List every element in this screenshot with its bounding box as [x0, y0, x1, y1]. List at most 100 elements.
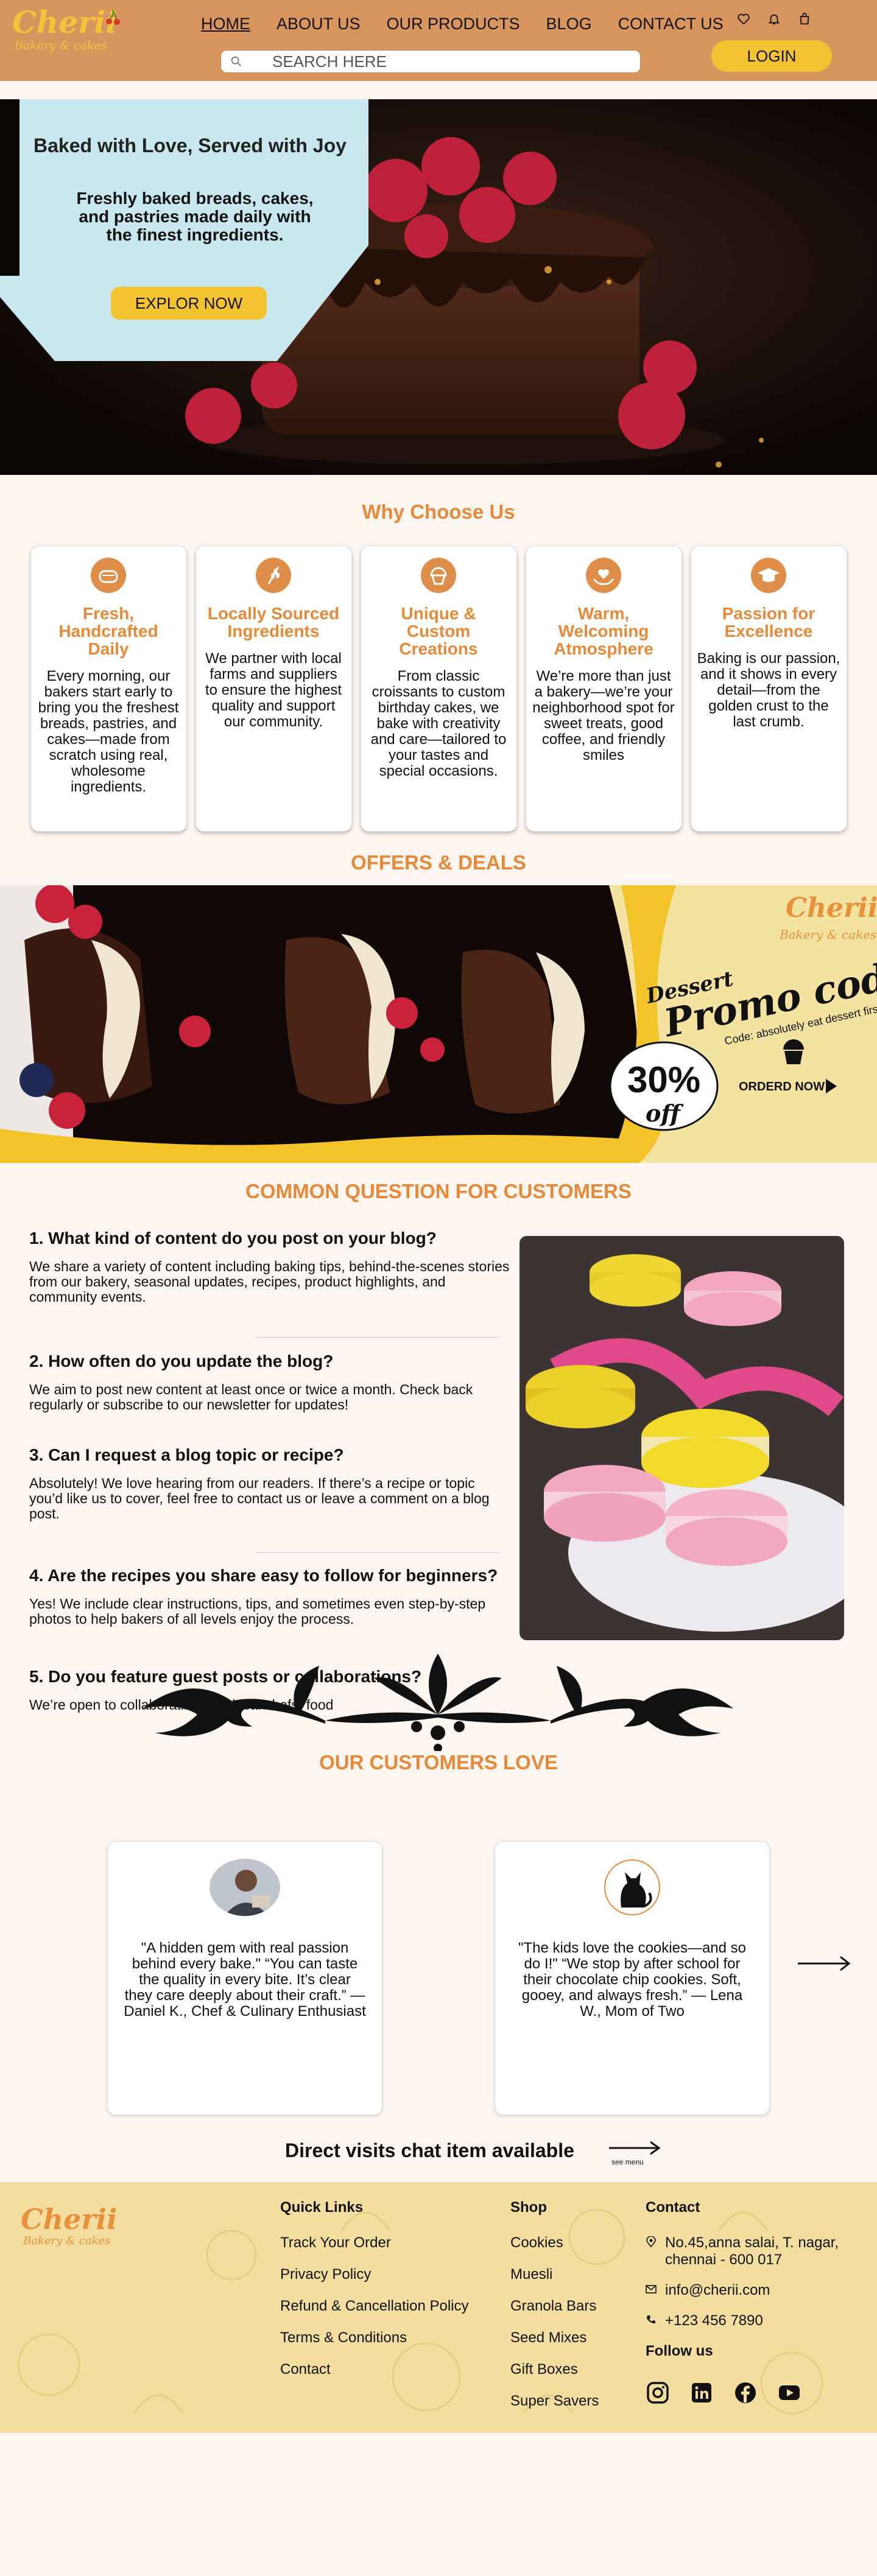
brand-name: Cherii: [12, 4, 118, 40]
shop-link-muesli[interactable]: Muesli: [510, 2266, 599, 2283]
section-title: Why Choose Us: [362, 500, 515, 523]
feature-card: Warm, Welcoming Atmosphere We’re more th…: [525, 546, 682, 832]
mail-icon: [646, 2285, 657, 2293]
feature-title: Locally Sourced Ingredients: [207, 604, 340, 640]
testimonial-text: "A hidden gem with real passion behind e…: [124, 1940, 366, 2020]
brand-logo[interactable]: Cherii Bakery & cakes: [12, 4, 120, 52]
brand-tagline: Bakery & cakes: [15, 39, 107, 52]
banner-discount: 30%: [627, 1059, 700, 1100]
shop-link-cookies[interactable]: Cookies: [510, 2234, 599, 2251]
shop-link-gift-boxes[interactable]: Gift Boxes: [510, 2361, 599, 2378]
brownie-slice: [461, 950, 585, 1114]
nav-home[interactable]: HOME: [201, 15, 250, 33]
floral-ornament: [143, 1654, 733, 1751]
feature-card: Unique & Custom Creations From classic c…: [360, 546, 517, 832]
shop-title: Shop: [510, 2199, 547, 2216]
facebook-icon[interactable]: [733, 2381, 758, 2405]
banner-brand: Cherii: [786, 893, 877, 924]
macaron-image: [520, 1236, 844, 1640]
footer-link-track-order[interactable]: Track Your Order: [280, 2234, 469, 2251]
see-menu-label: see menu: [611, 2158, 644, 2166]
feature-text: We partner with local farms and supplier…: [205, 650, 342, 730]
shop-link-super-savers[interactable]: Super Savers: [510, 2393, 599, 2410]
contact-address: No.45,anna salai, T. nagar, chennai - 60…: [646, 2234, 859, 2269]
feature-text: Every morning, our bakers start early to…: [38, 668, 179, 795]
feature-title: Passion for Excellence: [722, 604, 815, 640]
faq-item[interactable]: 3. Can I request a blog topic or recipe?…: [29, 1445, 510, 1521]
footer-link-terms[interactable]: Terms & Conditions: [280, 2329, 469, 2346]
promo-banner-image: Cherii Bakery & cakes Dessert Promo code…: [0, 885, 877, 1163]
explore-now-button[interactable]: EXPLOR NOW: [111, 287, 267, 320]
faq-answer: Absolutely! We love hearing from our rea…: [29, 1475, 490, 1521]
feature-card: Locally Sourced Ingredients We partner w…: [195, 546, 352, 832]
cart-icon[interactable]: [798, 12, 811, 26]
faq-answer: We share a variety of content including …: [29, 1258, 510, 1305]
shop-link-granola-bars[interactable]: Granola Bars: [510, 2298, 599, 2315]
footer-link-contact[interactable]: Contact: [280, 2361, 469, 2378]
contact-column: Contact No.45,anna salai, T. nagar, chen…: [646, 2199, 859, 2405]
header-icons: [737, 12, 811, 26]
instagram-icon[interactable]: [646, 2381, 670, 2405]
nav-our-products[interactable]: OUR PRODUCTS: [387, 15, 520, 33]
faq-answer: Yes! We include clear instructions, tips…: [29, 1596, 486, 1627]
footer-logo[interactable]: Cherii Bakery & cakes: [21, 2205, 118, 2247]
youtube-icon[interactable]: [777, 2381, 801, 2405]
faq-item[interactable]: 4. Are the recipes you share easy to fol…: [29, 1566, 510, 1627]
offers-banner[interactable]: Cherii Bakery & cakes Dessert Promo code…: [0, 885, 877, 1163]
shop-link-seed-mixes[interactable]: Seed Mixes: [510, 2329, 599, 2346]
faq-item[interactable]: 1. What kind of content do you post on y…: [29, 1229, 510, 1305]
search-input[interactable]: [272, 52, 613, 71]
site-footer: Cherii Bakery & cakes Quick Links Track …: [0, 2182, 877, 2433]
faq-item[interactable]: 2. How often do you update the blog? We …: [29, 1352, 510, 1413]
chat-text: Direct visits chat item available: [285, 2139, 574, 2161]
see-menu-link[interactable]: see menu: [608, 2141, 663, 2166]
faq-question: 1. What kind of content do you post on y…: [29, 1229, 437, 1248]
faq-title: COMMON QUESTION FOR CUSTOMERS: [245, 1180, 632, 1202]
contact-email-text: info@cherii.com: [665, 2282, 770, 2298]
contact-phone-text: +123 456 7890: [665, 2312, 763, 2329]
linkedin-icon[interactable]: [689, 2381, 714, 2405]
social-links: [646, 2381, 859, 2405]
hero-banner: Baked with Love, Served with Joy Freshly…: [0, 99, 877, 475]
contact-phone[interactable]: +123 456 7890: [646, 2312, 859, 2329]
testimonial-card: "A hidden gem with real passion behind e…: [107, 1841, 382, 2115]
feature-card: Fresh, Handcrafted Daily Every morning, …: [30, 546, 187, 832]
testimonial-text: "The kids love the cookies—and so do I!"…: [518, 1940, 747, 2020]
testimonials-title: OUR CUSTOMERS LOVE: [319, 1751, 558, 1774]
arrow-right-icon[interactable]: [797, 1954, 851, 1973]
bread-icon: [91, 558, 126, 593]
feature-card: Passion for Excellence Baking is our pas…: [690, 546, 847, 832]
arrow-right-icon: [609, 2141, 661, 2155]
faq-answer: We aim to post new content at least once…: [29, 1381, 473, 1413]
footer-link-privacy[interactable]: Privacy Policy: [280, 2266, 469, 2283]
brand-name: Cherii: [21, 2203, 118, 2236]
site-header: Cherii Bakery & cakes HOME ABOUT US OUR …: [0, 0, 877, 81]
offers-title: OFFERS & DEALS: [351, 851, 526, 874]
quick-links-title: Quick Links: [280, 2199, 364, 2216]
follow-us-label: Follow us: [646, 2343, 713, 2359]
divider: [256, 1337, 499, 1338]
order-now-link[interactable]: ORDERD NOW: [739, 1080, 825, 1093]
features-list: Fresh, Handcrafted Daily Every morning, …: [0, 546, 877, 832]
heart-hands-icon: [586, 558, 621, 593]
search-icon: [231, 56, 241, 66]
nav-contact-us[interactable]: CONTACT US: [618, 15, 724, 33]
phone-icon: [647, 2315, 655, 2324]
wheat-icon: [256, 558, 291, 593]
brand-tagline: Bakery & cakes: [23, 2234, 111, 2247]
bell-icon[interactable]: [767, 12, 781, 26]
footer-link-refund[interactable]: Refund & Cancellation Policy: [280, 2298, 469, 2315]
faq-question: 3. Can I request a blog topic or recipe?: [29, 1445, 344, 1464]
banner-off: off: [646, 1100, 683, 1127]
search-bar: [220, 50, 641, 73]
why-choose-us-section: Why Choose Us Fresh, Handcrafted Daily E…: [0, 475, 877, 832]
location-pin-icon: [646, 2236, 656, 2247]
login-button[interactable]: LOGIN: [711, 40, 832, 72]
cupcake-icon: [783, 1039, 804, 1064]
contact-email[interactable]: info@cherii.com: [646, 2282, 859, 2299]
nav-about-us[interactable]: ABOUT US: [276, 15, 361, 33]
contact-address-text: No.45,anna salai, T. nagar, chennai - 60…: [665, 2234, 839, 2268]
heart-icon[interactable]: [737, 12, 750, 26]
feature-text: We’re more than just a bakery—we’re your…: [532, 668, 675, 763]
nav-blog[interactable]: BLOG: [546, 15, 592, 33]
